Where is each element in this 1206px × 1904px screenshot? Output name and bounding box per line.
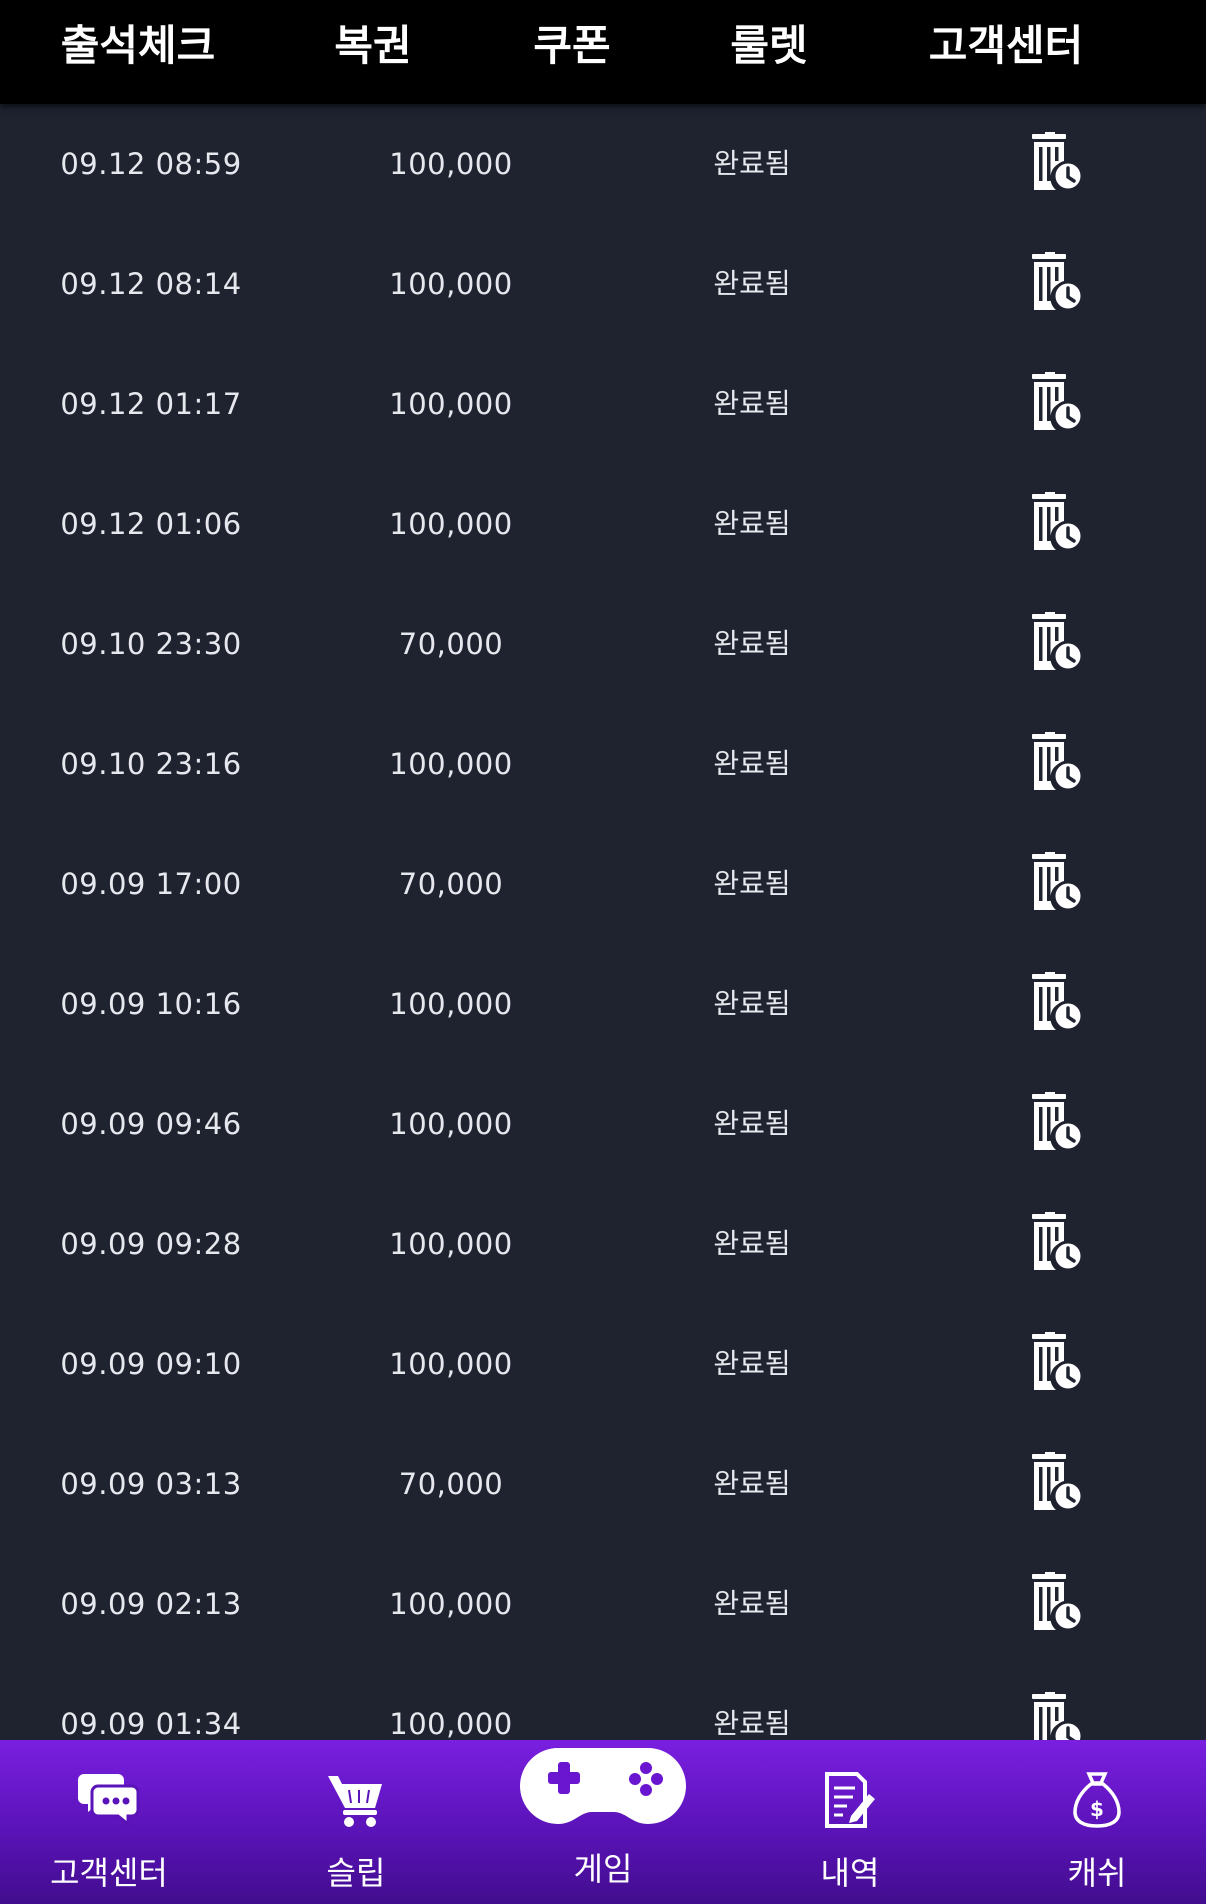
history-status: 완료됨 — [713, 147, 791, 180]
history-row: 09.09 09:10 100,000 완료됨 — [0, 1304, 1206, 1424]
history-date: 09.10 23:16 — [60, 747, 242, 781]
history-row: 09.12 01:06 100,000 완료됨 — [0, 464, 1206, 584]
tab-coupon[interactable]: 쿠폰 — [533, 14, 610, 78]
history-date: 09.09 03:13 — [60, 1467, 242, 1501]
history-status: 완료됨 — [713, 627, 791, 660]
history-date: 09.10 23:30 — [60, 627, 242, 661]
tab-attendance-check[interactable]: 출석체크 — [61, 14, 216, 78]
bottom-nav-label: 내역 — [820, 1854, 880, 1892]
bottom-nav-history[interactable]: 내역 — [740, 1740, 960, 1904]
bottom-nav-customer-center[interactable]: 고객센터 — [0, 1740, 219, 1904]
tab-roulette[interactable]: 룰렛 — [730, 14, 807, 78]
history-row: 09.10 23:16 100,000 완료됨 — [0, 704, 1206, 824]
history-date: 09.09 02:13 — [60, 1587, 242, 1621]
delete-history-icon[interactable] — [1026, 1572, 1086, 1632]
history-amount: 70,000 — [398, 1467, 504, 1501]
history-date: 09.12 01:17 — [60, 387, 242, 421]
delete-history-icon[interactable] — [1026, 732, 1086, 792]
bottom-nav-label: 슬립 — [326, 1854, 386, 1892]
history-row: 09.09 10:16 100,000 완료됨 — [0, 944, 1206, 1064]
history-status: 완료됨 — [713, 1227, 791, 1260]
history-date: 09.09 17:00 — [60, 867, 242, 901]
top-nav: 출석체크 복권 쿠폰 룰렛 고객센터 — [0, 0, 1206, 104]
history-amount: 100,000 — [389, 147, 513, 181]
history-status: 완료됨 — [713, 1707, 791, 1740]
tab-lottery[interactable]: 복권 — [334, 14, 411, 78]
bottom-nav-game[interactable]: 게임 — [493, 1740, 713, 1904]
history-status: 완료됨 — [713, 1107, 791, 1140]
cart-icon — [325, 1770, 387, 1834]
history-status: 완료됨 — [713, 507, 791, 540]
history-amount: 100,000 — [389, 267, 513, 301]
delete-history-icon[interactable] — [1026, 1332, 1086, 1392]
delete-history-icon[interactable] — [1026, 492, 1086, 552]
bottom-nav-slip[interactable]: 슬립 — [246, 1740, 466, 1904]
delete-history-icon[interactable] — [1026, 372, 1086, 432]
history-amount: 100,000 — [389, 747, 513, 781]
history-amount: 100,000 — [389, 1227, 513, 1261]
document-edit-icon — [821, 1770, 879, 1834]
history-amount: 100,000 — [389, 1587, 513, 1621]
history-amount: 70,000 — [398, 627, 504, 661]
history-amount: 100,000 — [389, 387, 513, 421]
history-row: 09.09 03:13 70,000 완료됨 — [0, 1424, 1206, 1544]
history-amount: 100,000 — [389, 1707, 513, 1740]
delete-history-icon[interactable] — [1026, 852, 1086, 912]
svg-text:$: $ — [1090, 1797, 1104, 1821]
history-amount: 100,000 — [389, 987, 513, 1021]
history-row: 09.09 09:28 100,000 완료됨 — [0, 1184, 1206, 1304]
history-status: 완료됨 — [713, 1587, 791, 1620]
history-status: 완료됨 — [713, 387, 791, 420]
delete-history-icon[interactable] — [1026, 972, 1086, 1032]
history-row: 09.12 08:14 100,000 완료됨 — [0, 224, 1206, 344]
history-amount: 100,000 — [389, 1107, 513, 1141]
bottom-nav-cash[interactable]: $ 캐쉬 — [987, 1740, 1206, 1904]
chat-bubbles-icon — [76, 1770, 142, 1830]
history-row: 09.10 23:30 70,000 완료됨 — [0, 584, 1206, 704]
history-date: 09.09 01:34 — [60, 1707, 242, 1740]
history-amount: 100,000 — [389, 507, 513, 541]
history-row: 09.12 08:59 100,000 완료됨 — [0, 104, 1206, 224]
delete-history-icon[interactable] — [1026, 612, 1086, 672]
delete-history-icon[interactable] — [1026, 1452, 1086, 1512]
history-row: 09.12 01:17 100,000 완료됨 — [0, 344, 1206, 464]
history-row: 09.09 01:34 100,000 완료됨 — [0, 1664, 1206, 1740]
delete-history-icon[interactable] — [1026, 1092, 1086, 1152]
history-date: 09.09 09:28 — [60, 1227, 242, 1261]
history-date: 09.09 10:16 — [60, 987, 242, 1021]
history-date: 09.09 09:46 — [60, 1107, 242, 1141]
gamepad-icon — [518, 1738, 688, 1838]
delete-history-icon[interactable] — [1026, 1212, 1086, 1272]
history-status: 완료됨 — [713, 747, 791, 780]
history-status: 완료됨 — [713, 1347, 791, 1380]
history-status: 완료됨 — [713, 867, 791, 900]
history-amount: 100,000 — [389, 1347, 513, 1381]
history-row: 09.09 17:00 70,000 완료됨 — [0, 824, 1206, 944]
history-date: 09.12 01:06 — [60, 507, 242, 541]
history-amount: 70,000 — [398, 867, 504, 901]
history-date: 09.12 08:14 — [60, 267, 242, 301]
bottom-nav-label: 고객센터 — [50, 1854, 168, 1892]
delete-history-icon[interactable] — [1026, 1692, 1086, 1740]
history-row: 09.09 09:46 100,000 완료됨 — [0, 1064, 1206, 1184]
history-status: 완료됨 — [713, 267, 791, 300]
history-date: 09.12 08:59 — [60, 147, 242, 181]
history-status: 완료됨 — [713, 1467, 791, 1500]
bottom-nav-label: 캐쉬 — [1067, 1854, 1127, 1892]
history-date: 09.09 09:10 — [60, 1347, 242, 1381]
delete-history-icon[interactable] — [1026, 132, 1086, 192]
delete-history-icon[interactable] — [1026, 252, 1086, 312]
bottom-nav-label: 게임 — [573, 1850, 633, 1888]
money-bag-icon: $ — [1071, 1770, 1123, 1834]
history-status: 완료됨 — [713, 987, 791, 1020]
tab-customer-center[interactable]: 고객센터 — [929, 14, 1084, 78]
bottom-nav: 고객센터 슬립 게임 내역 $ 캐쉬 — [0, 1740, 1206, 1904]
history-list: 09.12 08:59 100,000 완료됨 09.12 08:14 100,000 완… — [0, 104, 1206, 1740]
history-row: 09.09 02:13 100,000 완료됨 — [0, 1544, 1206, 1664]
